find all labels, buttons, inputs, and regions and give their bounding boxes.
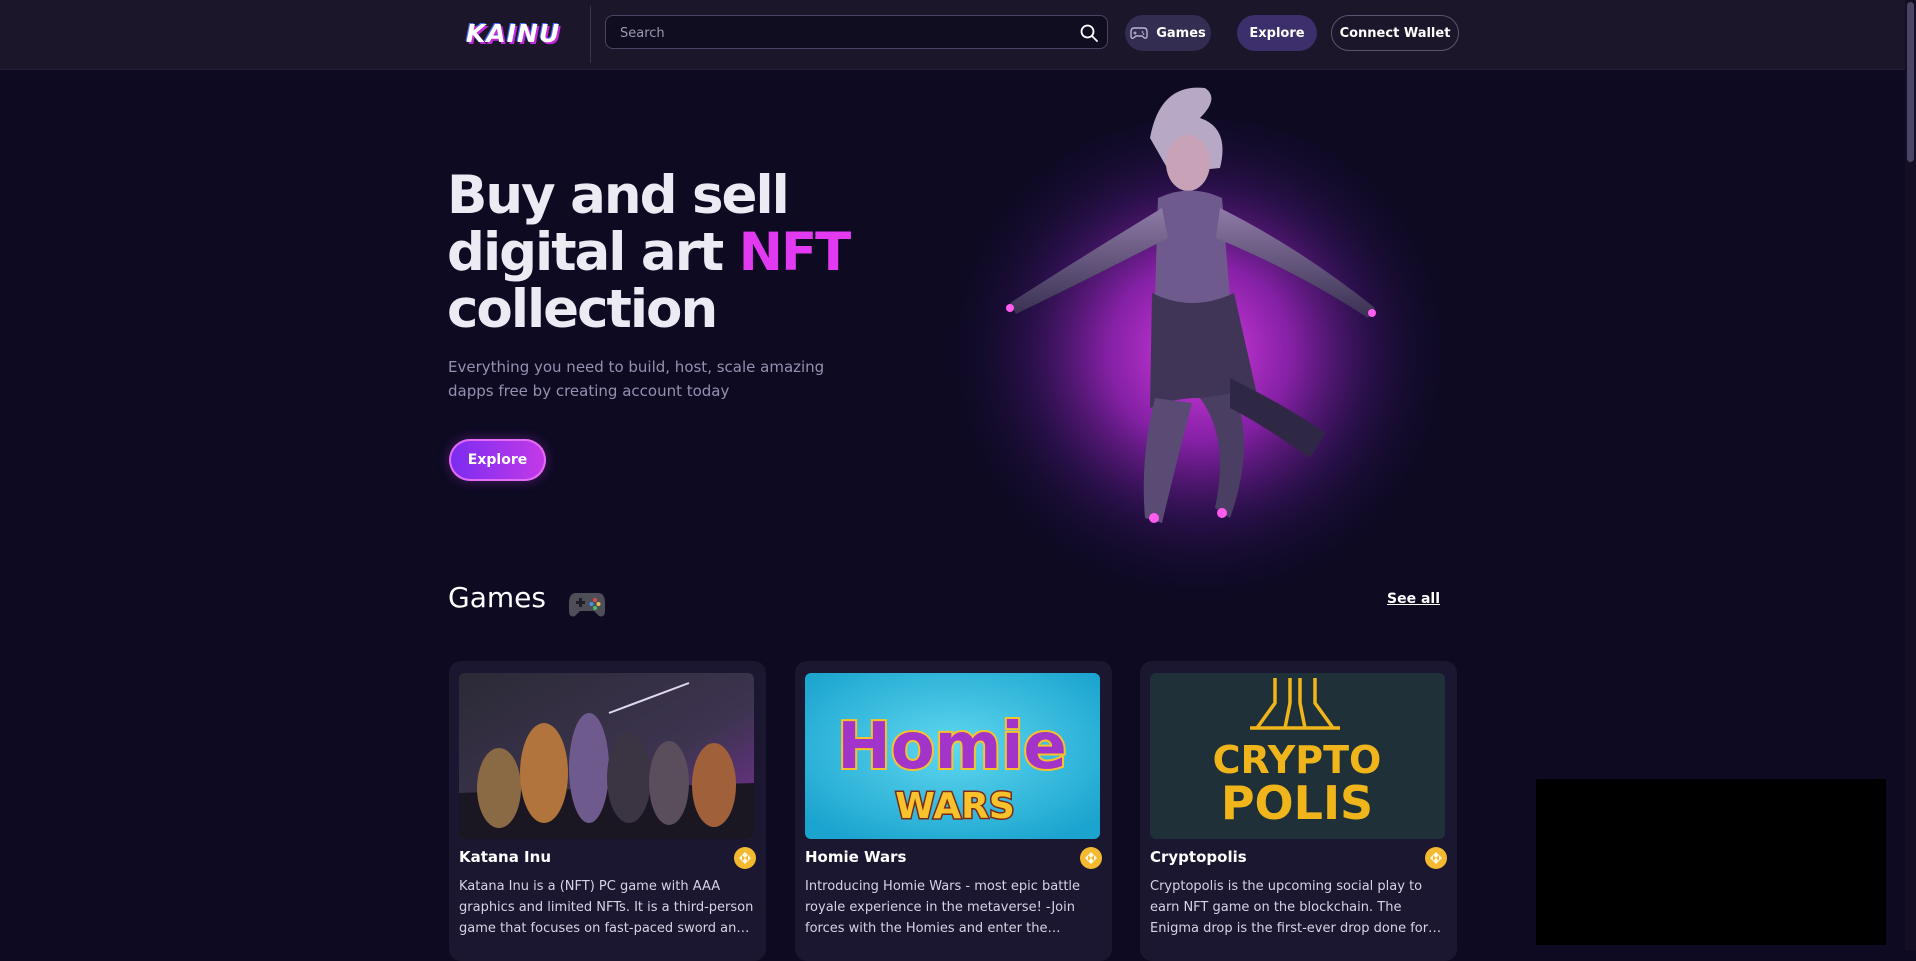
scrollbar-thumb[interactable]	[1907, 2, 1914, 162]
wars-logo-text: WARS	[895, 786, 1015, 827]
hero-title-accent: NFT	[738, 222, 852, 283]
hero-title: Buy and sell digital art NFT collection	[447, 167, 907, 338]
homie-wars-thumbnail: Homie WARS	[805, 673, 1100, 839]
explore-nav-label: Explore	[1249, 25, 1305, 41]
nav-divider	[590, 6, 591, 63]
card-title: Katana Inu	[459, 848, 551, 866]
gamepad-icon	[569, 593, 605, 617]
card-title: Homie Wars	[805, 848, 907, 866]
cryptopolis-thumbnail: CRYPTO POLIS	[1150, 673, 1445, 839]
see-all-games-link[interactable]: See all	[1387, 591, 1440, 607]
katana-inu-thumbnail	[459, 673, 754, 839]
hero-title-line2: digital art NFT	[447, 224, 907, 281]
hero-title-line1: Buy and sell	[447, 165, 790, 226]
hero-explore-button[interactable]: Explore	[449, 439, 546, 481]
games-nav-button[interactable]: Games	[1125, 15, 1211, 51]
games-section-title: Games	[448, 581, 546, 614]
gamepad-small-icon	[1130, 27, 1148, 39]
kainu-logo[interactable]: KAINU	[466, 14, 576, 52]
homie-logo-text: Homie	[837, 710, 1067, 784]
hero-title-line3: collection	[447, 279, 718, 340]
games-nav-label: Games	[1156, 25, 1206, 41]
binance-coin-icon	[1080, 847, 1102, 869]
game-card-cryptopolis[interactable]: CRYPTO POLIS Cryptopolis Cryptopolis is …	[1140, 661, 1457, 961]
video-overlay-placeholder	[1536, 779, 1886, 945]
binance-coin-icon	[734, 847, 756, 869]
hero-title-line2-text: digital art	[447, 222, 739, 283]
search-bar	[605, 15, 1108, 50]
card-description: Cryptopolis is the upcoming social play …	[1150, 879, 1429, 936]
connect-wallet-label: Connect Wallet	[1339, 25, 1451, 41]
binance-coin-icon	[1425, 847, 1447, 869]
game-card-katana-inu[interactable]: Katana Inu Katana Inu is a (NFT) PC game…	[449, 661, 766, 961]
hero-explore-label: Explore	[467, 452, 528, 468]
search-icon[interactable]	[1079, 23, 1099, 43]
hero-character-illustration	[935, 87, 1465, 638]
page-scrollbar[interactable]	[1905, 0, 1916, 950]
search-input[interactable]	[618, 16, 1062, 50]
logo-text: KAINU	[466, 18, 561, 48]
card-description: Introducing Homie Wars - most epic battl…	[805, 879, 1081, 936]
top-navbar: KAINU Games Explore Connect Wallet	[0, 0, 1916, 70]
card-title: Cryptopolis	[1150, 848, 1247, 866]
explore-nav-button[interactable]: Explore	[1237, 15, 1317, 51]
connect-wallet-button[interactable]: Connect Wallet	[1331, 15, 1459, 51]
card-description: Katana Inu is a (NFT) PC game with AAA g…	[459, 879, 754, 936]
polis-logo-text: POLIS	[1221, 776, 1373, 830]
hero-subtitle: Everything you need to build, host, scal…	[448, 358, 825, 400]
game-card-homie-wars[interactable]: Homie WARS Homie Wars Introducing Homie …	[795, 661, 1112, 961]
